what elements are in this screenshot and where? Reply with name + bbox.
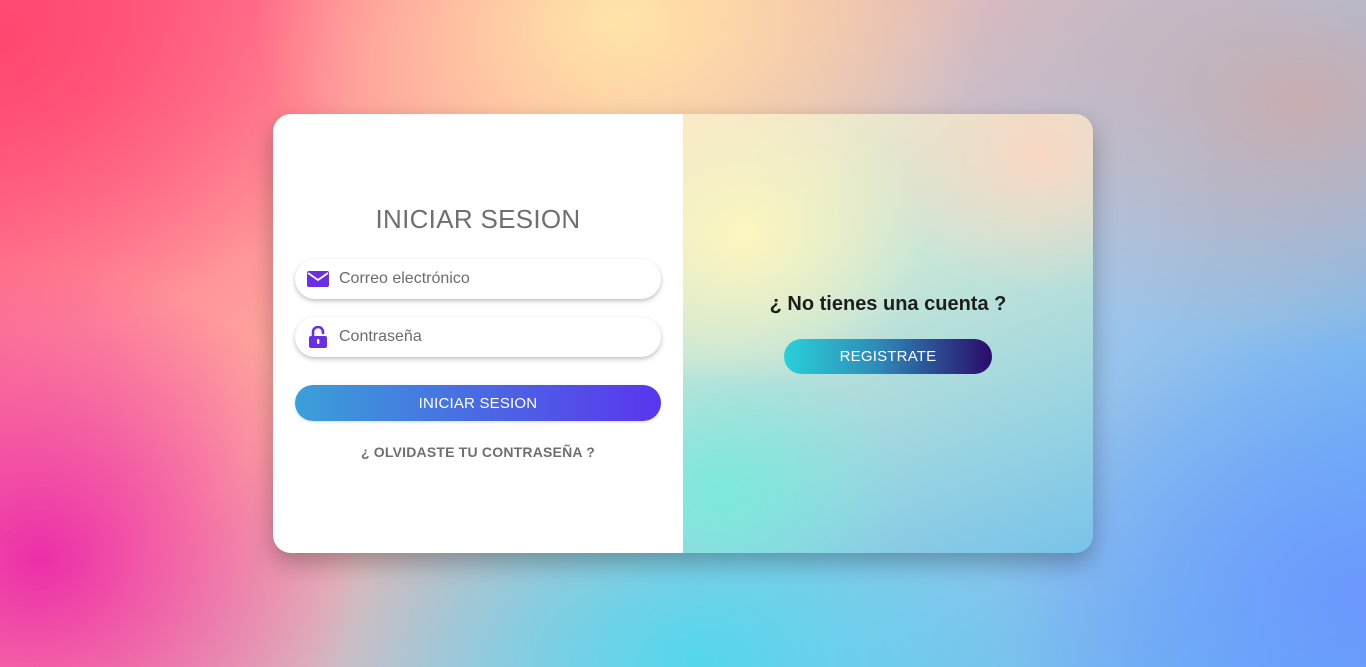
login-button[interactable]: INICIAR SESION <box>295 385 661 421</box>
password-input[interactable] <box>339 322 629 352</box>
login-card: INICIAR SESION INICIAR SESION ¿ OLV <box>273 114 1093 553</box>
signup-question: ¿ No tienes una cuenta ? <box>769 293 1007 315</box>
password-field[interactable] <box>295 317 661 357</box>
signup-panel: ¿ No tienes una cuenta ? REGISTRATE <box>683 114 1093 553</box>
login-title: INICIAR SESION <box>375 204 581 234</box>
login-panel: INICIAR SESION INICIAR SESION ¿ OLV <box>273 114 683 553</box>
email-input[interactable] <box>339 264 629 294</box>
email-field[interactable] <box>295 259 661 299</box>
envelope-icon <box>307 268 329 290</box>
unlock-icon <box>307 326 329 348</box>
signup-button[interactable]: REGISTRATE <box>784 339 992 374</box>
forgot-password-link[interactable]: ¿ OLVIDASTE TU CONTRASEÑA ? <box>273 444 683 460</box>
